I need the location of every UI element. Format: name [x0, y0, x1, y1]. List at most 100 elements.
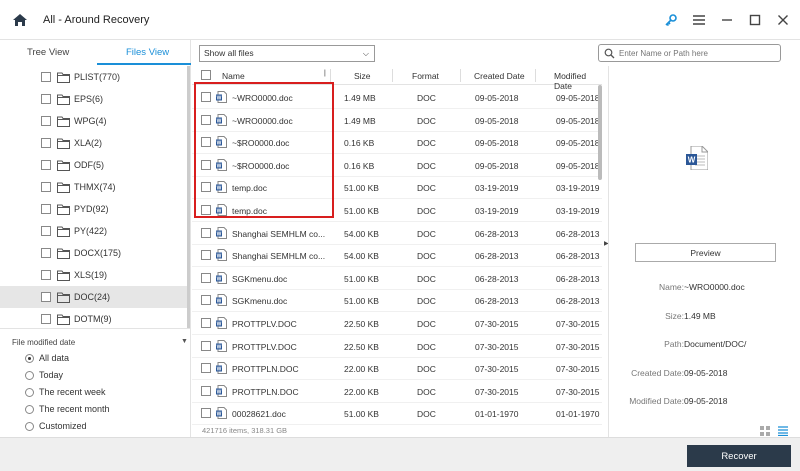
column-created-date[interactable]: Created Date — [474, 71, 525, 81]
tree-item[interactable]: PLIST(770) — [0, 66, 191, 88]
table-row[interactable]: W ~$RO0000.doc 0.16 KB DOC 09-05-2018 09-05-2… — [192, 131, 602, 155]
table-row[interactable]: W PROTTPLV.DOC 22.50 KB DOC 07-30-2015 07-30-… — [192, 335, 602, 358]
column-size[interactable]: Size — [354, 71, 371, 81]
date-filter-option[interactable]: The recent week — [25, 385, 106, 399]
row-checkbox[interactable] — [201, 182, 211, 193]
radio-button[interactable] — [25, 370, 34, 380]
tree-checkbox[interactable] — [41, 248, 51, 258]
svg-text:W: W — [217, 389, 222, 395]
file-size: 54.00 KB — [344, 251, 379, 262]
tree-item[interactable]: PY(422) — [0, 220, 191, 242]
tree-item[interactable]: DOTM(9) — [0, 308, 191, 328]
tree-checkbox[interactable] — [41, 72, 51, 82]
table-row[interactable]: Wtemp.doc 51.00 KB DOC 03-19-2019 03-19-2019 — [192, 199, 602, 222]
home-icon[interactable] — [12, 12, 28, 28]
tree-item[interactable]: XLS(19) — [0, 264, 191, 286]
svg-text:W: W — [217, 366, 222, 372]
date-filter-option[interactable]: Customized — [25, 419, 87, 433]
tree-checkbox[interactable] — [41, 270, 51, 280]
row-checkbox[interactable] — [201, 137, 211, 148]
tree-scrollbar[interactable] — [187, 66, 190, 328]
tree-checkbox[interactable] — [41, 226, 51, 236]
tree-item[interactable]: THMX(74) — [0, 176, 191, 198]
row-checkbox[interactable] — [201, 159, 211, 170]
table-row[interactable]: W PROTTPLN.DOC 22.00 KB DOC 07-30-2015 07-30-… — [192, 357, 602, 381]
table-row[interactable]: W ~WRO0000.doc 1.49 MB DOC 09-05-2018 09-05-2… — [192, 86, 602, 109]
date-filter-option[interactable]: The recent month — [25, 402, 110, 416]
close-icon[interactable] — [775, 12, 791, 28]
resize-handle-icon[interactable]: | — [324, 70, 326, 77]
radio-button[interactable] — [25, 387, 34, 397]
row-checkbox[interactable] — [201, 385, 211, 396]
svg-text:W: W — [217, 118, 222, 124]
key-icon[interactable] — [663, 12, 679, 28]
table-row[interactable]: W Shanghai SEMHLM co... 54.00 KB DOC 06-28-2… — [192, 222, 602, 245]
table-scrollbar[interactable] — [598, 85, 602, 425]
file-name: ~$RO0000.doc — [232, 138, 290, 149]
tree-item-label: EPS(6) — [74, 94, 104, 104]
preview-button[interactable]: Preview — [635, 243, 776, 262]
file-name: ~$RO0000.doc — [232, 160, 290, 171]
tree-item[interactable]: XLA(2) — [0, 132, 191, 154]
tree-checkbox[interactable] — [41, 292, 51, 302]
table-row[interactable]: W ~$RO0000.doc 0.16 KB DOC 09-05-2018 09-05-2… — [192, 154, 602, 177]
chevron-down-icon[interactable]: ▼ — [181, 338, 188, 345]
row-checkbox[interactable] — [201, 295, 211, 306]
row-checkbox[interactable] — [201, 92, 211, 102]
tree-item[interactable]: WPG(4) — [0, 110, 191, 132]
table-row[interactable]: W PROTTPLN.DOC 22.00 KB DOC 07-30-2015 07-30-… — [192, 380, 602, 403]
menu-icon[interactable] — [691, 12, 707, 28]
view-toggle — [760, 426, 796, 437]
tree-checkbox[interactable] — [41, 160, 51, 170]
row-checkbox[interactable] — [201, 318, 211, 328]
tree-checkbox[interactable] — [41, 116, 51, 126]
folder-icon — [57, 160, 70, 171]
tab-tree-view[interactable]: Tree View — [27, 47, 69, 58]
tree-checkbox[interactable] — [41, 138, 51, 148]
show-files-select[interactable]: Show all files ⌵ — [199, 45, 375, 62]
table-row[interactable]: W SGKmenu.doc 51.00 KB DOC 06-28-2013 06-28-2… — [192, 289, 602, 313]
radio-button[interactable] — [25, 353, 34, 363]
row-checkbox[interactable] — [201, 114, 211, 125]
table-row[interactable]: W ~WRO0000.doc 1.49 MB DOC 09-05-2018 09-05-2… — [192, 109, 602, 132]
maximize-icon[interactable] — [747, 12, 763, 28]
tree-checkbox[interactable] — [41, 94, 51, 104]
file-created: 06-28-2013 — [475, 296, 519, 307]
search-input[interactable] — [619, 47, 774, 59]
tree-checkbox[interactable] — [41, 204, 51, 214]
tree-item[interactable]: DOCX(175) — [0, 242, 191, 264]
column-format[interactable]: Format — [412, 71, 439, 81]
row-checkbox[interactable] — [201, 272, 211, 283]
row-checkbox[interactable] — [201, 250, 211, 261]
search-box[interactable] — [598, 44, 781, 62]
tree-item[interactable]: PYD(92) — [0, 198, 191, 220]
radio-button[interactable] — [25, 404, 34, 414]
row-checkbox[interactable] — [201, 363, 211, 374]
tab-files-view[interactable]: Files View — [126, 47, 169, 58]
radio-button[interactable] — [25, 421, 34, 431]
table-row[interactable]: W 00028621.doc 51.00 KB DOC 01-01-1970 01-01-… — [192, 402, 602, 425]
table-row[interactable]: W SGKmenu.doc 51.00 KB DOC 06-28-2013 06-28-2… — [192, 267, 602, 290]
file-name: ~WRO0000.doc — [232, 115, 293, 126]
row-checkbox[interactable] — [201, 408, 211, 419]
tree-item[interactable]: ODF(5) — [0, 154, 191, 176]
tree-item[interactable]: EPS(6) — [0, 88, 191, 110]
word-doc-icon: W — [216, 91, 227, 103]
row-checkbox[interactable] — [201, 340, 211, 351]
recover-button[interactable]: Recover — [687, 445, 791, 467]
table-row[interactable]: Wtemp.doc 51.00 KB DOC 03-19-2019 03-19-2019 — [192, 176, 602, 200]
select-all-checkbox[interactable] — [201, 70, 211, 80]
row-checkbox[interactable] — [201, 227, 211, 238]
table-row[interactable]: W PROTTPLV.DOC 22.50 KB DOC 07-30-2015 07-30-… — [192, 312, 602, 335]
date-filter-option[interactable]: All data — [25, 351, 69, 365]
minimize-icon[interactable] — [719, 12, 735, 28]
date-filter-option[interactable]: Today — [25, 368, 63, 382]
tree-checkbox[interactable] — [41, 314, 51, 324]
row-checkbox[interactable] — [201, 205, 211, 215]
tree-checkbox[interactable] — [41, 182, 51, 192]
radio-label: The recent week — [39, 387, 106, 397]
table-row[interactable]: W Shanghai SEMHLM co... 54.00 KB DOC 06-28-2… — [192, 244, 602, 268]
column-name[interactable]: Name — [222, 71, 245, 81]
scrollbar-thumb[interactable] — [598, 85, 602, 180]
tree-item[interactable]: DOC(24) — [0, 286, 191, 308]
